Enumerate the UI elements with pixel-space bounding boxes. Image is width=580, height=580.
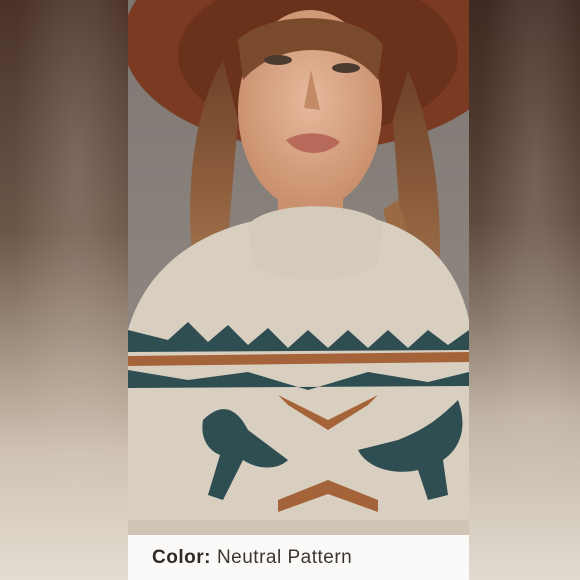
blurred-background-right bbox=[469, 0, 580, 580]
color-caption: Color: Neutral Pattern bbox=[128, 535, 469, 580]
product-photo bbox=[128, 0, 469, 580]
model-illustration bbox=[128, 0, 469, 580]
blurred-background-left bbox=[0, 0, 128, 580]
color-value: Neutral Pattern bbox=[216, 546, 353, 568]
color-label: Color: bbox=[152, 546, 211, 568]
